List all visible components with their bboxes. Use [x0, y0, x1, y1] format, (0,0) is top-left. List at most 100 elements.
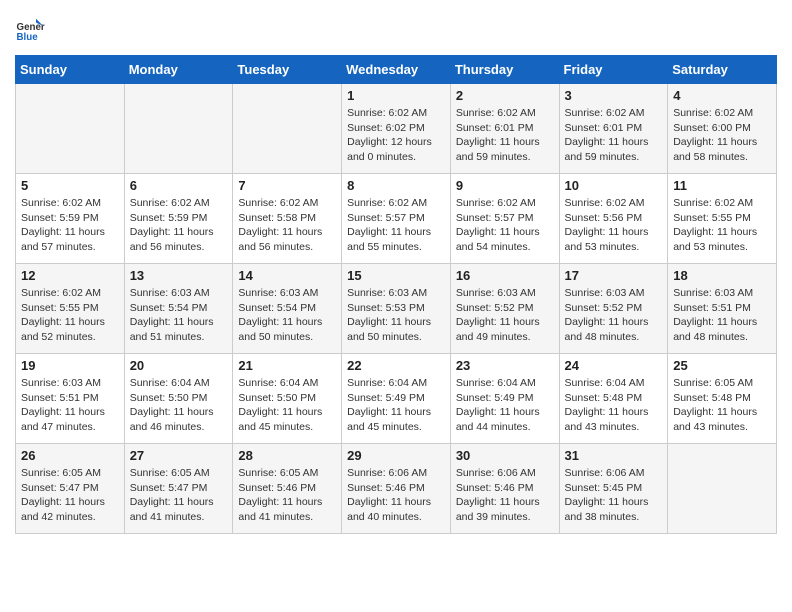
- calendar-table: SundayMondayTuesdayWednesdayThursdayFrid…: [15, 55, 777, 534]
- calendar-cell: 23 Sunrise: 6:04 AMSunset: 5:49 PMDayligh…: [450, 354, 559, 444]
- calendar-cell: 14 Sunrise: 6:03 AMSunset: 5:54 PMDayligh…: [233, 264, 342, 354]
- day-number: 30: [456, 448, 554, 463]
- day-number: 16: [456, 268, 554, 283]
- day-number: 26: [21, 448, 119, 463]
- svg-text:Blue: Blue: [17, 32, 39, 43]
- day-detail: Sunrise: 6:02 AMSunset: 5:55 PMDaylight:…: [21, 286, 119, 345]
- calendar-cell: 29 Sunrise: 6:06 AMSunset: 5:46 PMDayligh…: [342, 444, 451, 534]
- day-detail: Sunrise: 6:04 AMSunset: 5:48 PMDaylight:…: [565, 376, 663, 435]
- calendar-cell: 7 Sunrise: 6:02 AMSunset: 5:58 PMDaylight…: [233, 174, 342, 264]
- calendar-cell: 16 Sunrise: 6:03 AMSunset: 5:52 PMDayligh…: [450, 264, 559, 354]
- day-number: 11: [673, 178, 771, 193]
- calendar-cell: 1 Sunrise: 6:02 AMSunset: 6:02 PMDaylight…: [342, 84, 451, 174]
- day-detail: Sunrise: 6:04 AMSunset: 5:49 PMDaylight:…: [456, 376, 554, 435]
- day-detail: Sunrise: 6:04 AMSunset: 5:49 PMDaylight:…: [347, 376, 445, 435]
- calendar-cell: 30Sunrise: 6:06 AMSunset: 5:46 PMDayligh…: [450, 444, 559, 534]
- day-number: 15: [347, 268, 445, 283]
- weekday-header-wednesday: Wednesday: [342, 56, 451, 84]
- day-detail: Sunrise: 6:02 AMSunset: 6:00 PMDaylight:…: [673, 106, 771, 165]
- day-detail: Sunrise: 6:02 AMSunset: 5:57 PMDaylight:…: [347, 196, 445, 255]
- day-number: 24: [565, 358, 663, 373]
- day-number: 14: [238, 268, 336, 283]
- day-detail: Sunrise: 6:02 AMSunset: 5:57 PMDaylight:…: [456, 196, 554, 255]
- day-number: 31: [565, 448, 663, 463]
- calendar-cell: [16, 84, 125, 174]
- calendar-cell: 2 Sunrise: 6:02 AMSunset: 6:01 PMDaylight…: [450, 84, 559, 174]
- calendar-cell: 28 Sunrise: 6:05 AMSunset: 5:46 PMDayligh…: [233, 444, 342, 534]
- weekday-header-friday: Friday: [559, 56, 668, 84]
- weekday-header-monday: Monday: [124, 56, 233, 84]
- calendar-cell: 17 Sunrise: 6:03 AMSunset: 5:52 PMDayligh…: [559, 264, 668, 354]
- calendar-cell: 26 Sunrise: 6:05 AMSunset: 5:47 PMDayligh…: [16, 444, 125, 534]
- day-detail: Sunrise: 6:02 AMSunset: 5:55 PMDaylight:…: [673, 196, 771, 255]
- calendar-cell: [233, 84, 342, 174]
- day-number: 6: [130, 178, 228, 193]
- day-detail: Sunrise: 6:05 AMSunset: 5:47 PMDaylight:…: [130, 466, 228, 525]
- calendar-cell: 15 Sunrise: 6:03 AMSunset: 5:53 PMDayligh…: [342, 264, 451, 354]
- day-number: 21: [238, 358, 336, 373]
- day-detail: Sunrise: 6:02 AMSunset: 5:59 PMDaylight:…: [130, 196, 228, 255]
- calendar-cell: 12 Sunrise: 6:02 AMSunset: 5:55 PMDayligh…: [16, 264, 125, 354]
- calendar-cell: 3Sunrise: 6:02 AMSunset: 6:01 PMDaylight…: [559, 84, 668, 174]
- calendar-cell: 8 Sunrise: 6:02 AMSunset: 5:57 PMDaylight…: [342, 174, 451, 264]
- calendar-cell: 11 Sunrise: 6:02 AMSunset: 5:55 PMDayligh…: [668, 174, 777, 264]
- day-detail: Sunrise: 6:03 AMSunset: 5:52 PMDaylight:…: [565, 286, 663, 345]
- day-detail: Sunrise: 6:02 AMSunset: 6:01 PMDaylight:…: [565, 106, 663, 165]
- day-number: 12: [21, 268, 119, 283]
- logo: General Blue: [15, 15, 45, 45]
- calendar-cell: 5Sunrise: 6:02 AMSunset: 5:59 PMDaylight…: [16, 174, 125, 264]
- day-number: 25: [673, 358, 771, 373]
- calendar-cell: 24 Sunrise: 6:04 AMSunset: 5:48 PMDayligh…: [559, 354, 668, 444]
- day-number: 9: [456, 178, 554, 193]
- day-number: 7: [238, 178, 336, 193]
- day-detail: Sunrise: 6:02 AMSunset: 6:01 PMDaylight:…: [456, 106, 554, 165]
- day-number: 10: [565, 178, 663, 193]
- calendar-cell: 22 Sunrise: 6:04 AMSunset: 5:49 PMDayligh…: [342, 354, 451, 444]
- day-detail: Sunrise: 6:05 AMSunset: 5:48 PMDaylight:…: [673, 376, 771, 435]
- day-number: 17: [565, 268, 663, 283]
- day-detail: Sunrise: 6:03 AMSunset: 5:53 PMDaylight:…: [347, 286, 445, 345]
- calendar-cell: [668, 444, 777, 534]
- day-detail: Sunrise: 6:03 AMSunset: 5:52 PMDaylight:…: [456, 286, 554, 345]
- calendar-cell: [124, 84, 233, 174]
- weekday-header-thursday: Thursday: [450, 56, 559, 84]
- day-detail: Sunrise: 6:03 AMSunset: 5:51 PMDaylight:…: [673, 286, 771, 345]
- day-number: 28: [238, 448, 336, 463]
- day-number: 22: [347, 358, 445, 373]
- day-detail: Sunrise: 6:06 AMSunset: 5:45 PMDaylight:…: [565, 466, 663, 525]
- day-number: 13: [130, 268, 228, 283]
- day-number: 20: [130, 358, 228, 373]
- day-number: 23: [456, 358, 554, 373]
- day-number: 29: [347, 448, 445, 463]
- day-number: 27: [130, 448, 228, 463]
- day-number: 8: [347, 178, 445, 193]
- day-detail: Sunrise: 6:02 AMSunset: 6:02 PMDaylight:…: [347, 106, 445, 165]
- day-detail: Sunrise: 6:03 AMSunset: 5:51 PMDaylight:…: [21, 376, 119, 435]
- day-detail: Sunrise: 6:06 AMSunset: 5:46 PMDaylight:…: [347, 466, 445, 525]
- day-detail: Sunrise: 6:02 AMSunset: 5:58 PMDaylight:…: [238, 196, 336, 255]
- day-detail: Sunrise: 6:02 AMSunset: 5:59 PMDaylight:…: [21, 196, 119, 255]
- day-detail: Sunrise: 6:03 AMSunset: 5:54 PMDaylight:…: [238, 286, 336, 345]
- calendar-cell: 9 Sunrise: 6:02 AMSunset: 5:57 PMDaylight…: [450, 174, 559, 264]
- day-number: 4: [673, 88, 771, 103]
- day-detail: Sunrise: 6:05 AMSunset: 5:46 PMDaylight:…: [238, 466, 336, 525]
- weekday-header-tuesday: Tuesday: [233, 56, 342, 84]
- day-number: 1: [347, 88, 445, 103]
- calendar-cell: 20 Sunrise: 6:04 AMSunset: 5:50 PMDayligh…: [124, 354, 233, 444]
- day-detail: Sunrise: 6:05 AMSunset: 5:47 PMDaylight:…: [21, 466, 119, 525]
- calendar-cell: 21Sunrise: 6:04 AMSunset: 5:50 PMDayligh…: [233, 354, 342, 444]
- day-detail: Sunrise: 6:03 AMSunset: 5:54 PMDaylight:…: [130, 286, 228, 345]
- calendar-cell: 6 Sunrise: 6:02 AMSunset: 5:59 PMDaylight…: [124, 174, 233, 264]
- logo-icon: General Blue: [15, 15, 45, 45]
- calendar-cell: 27 Sunrise: 6:05 AMSunset: 5:47 PMDayligh…: [124, 444, 233, 534]
- calendar-cell: 25 Sunrise: 6:05 AMSunset: 5:48 PMDayligh…: [668, 354, 777, 444]
- calendar-cell: 19 Sunrise: 6:03 AMSunset: 5:51 PMDayligh…: [16, 354, 125, 444]
- day-detail: Sunrise: 6:04 AMSunset: 5:50 PMDaylight:…: [130, 376, 228, 435]
- calendar-cell: 4 Sunrise: 6:02 AMSunset: 6:00 PMDaylight…: [668, 84, 777, 174]
- calendar-cell: 31 Sunrise: 6:06 AMSunset: 5:45 PMDayligh…: [559, 444, 668, 534]
- weekday-header-sunday: Sunday: [16, 56, 125, 84]
- day-number: 19: [21, 358, 119, 373]
- day-number: 18: [673, 268, 771, 283]
- day-number: 2: [456, 88, 554, 103]
- day-detail: Sunrise: 6:02 AMSunset: 5:56 PMDaylight:…: [565, 196, 663, 255]
